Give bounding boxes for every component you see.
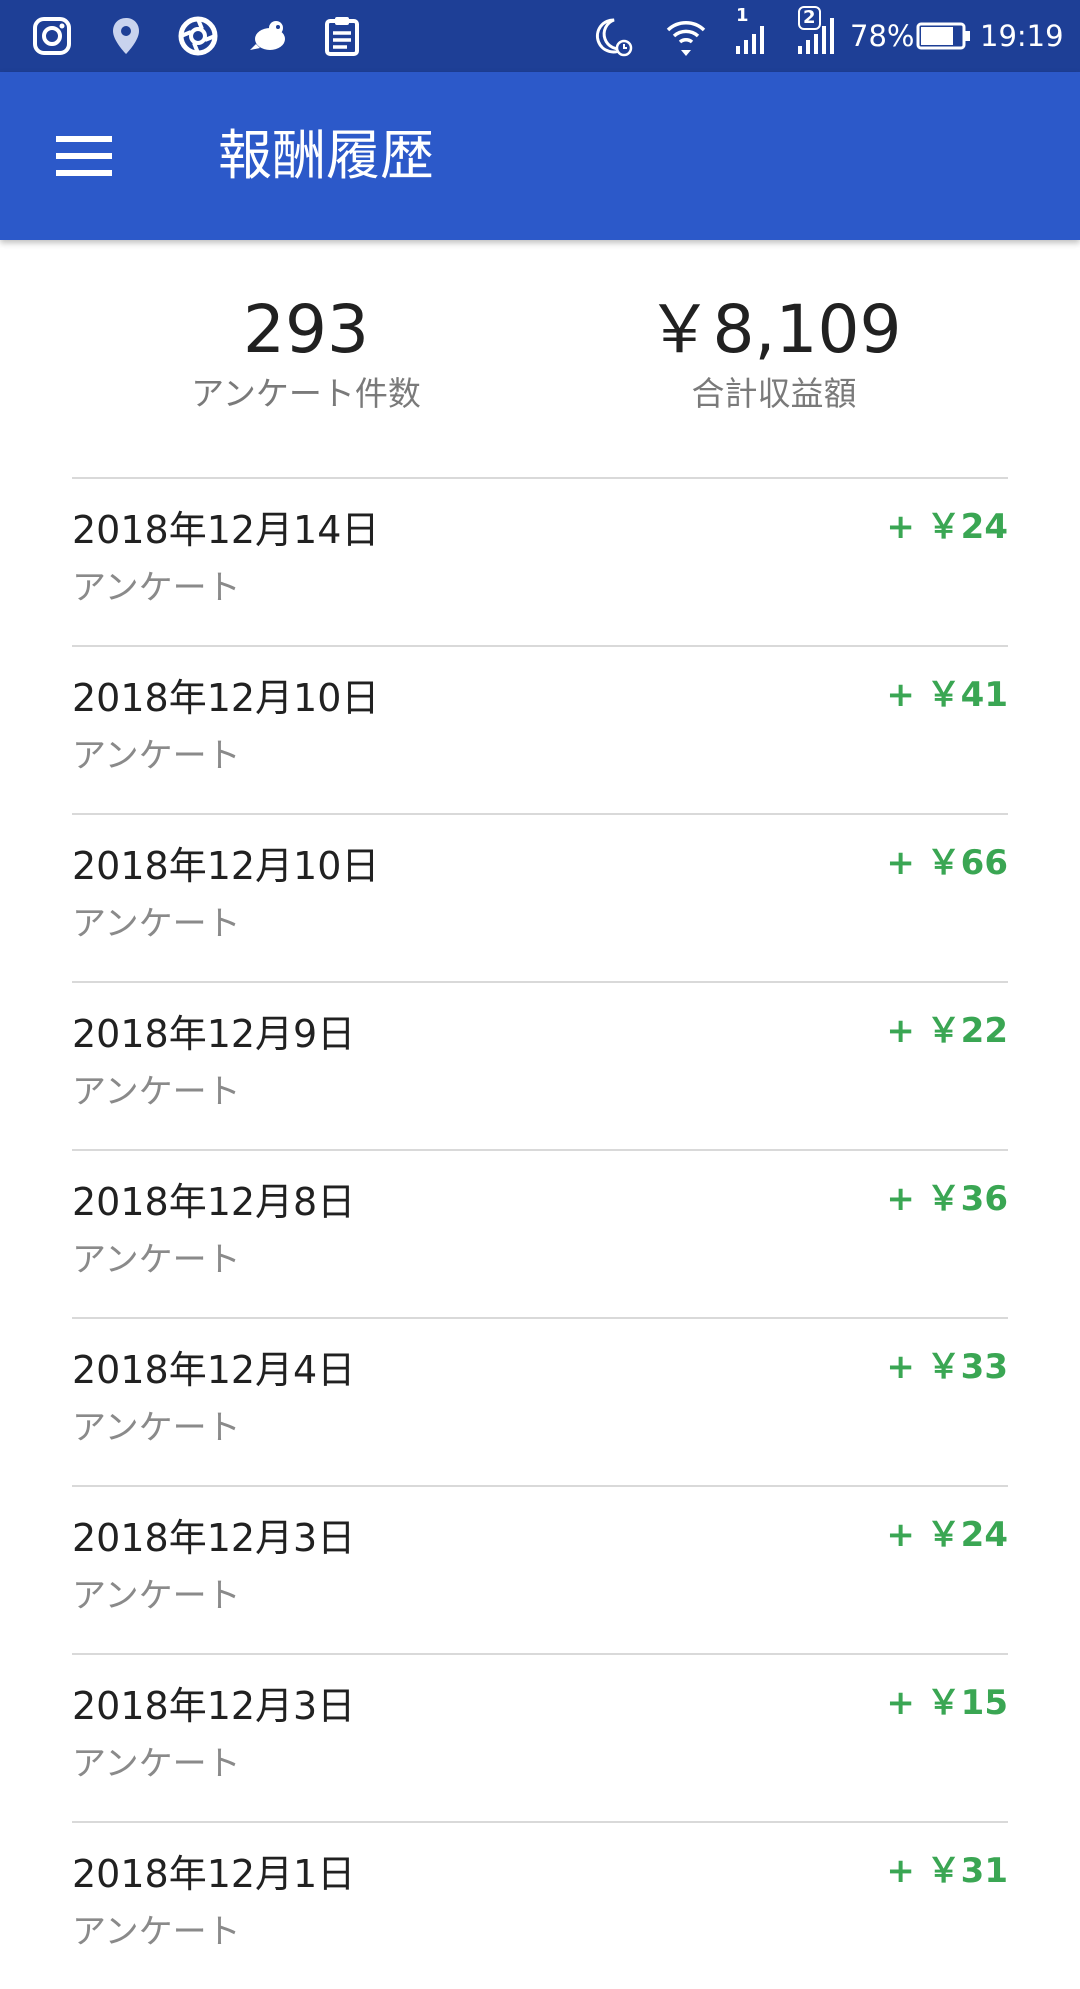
clipboard-icon xyxy=(320,14,364,58)
row-amount: + ￥41 xyxy=(886,675,1008,715)
row-type: アンケート xyxy=(72,736,241,776)
history-row[interactable]: 2018年12月3日 アンケート + ￥24 xyxy=(72,1485,1008,1653)
row-type: アンケート xyxy=(72,1240,241,1280)
aperture-icon xyxy=(176,14,220,58)
reward-history-list: 2018年12月14日 アンケート + ￥24 2018年12月10日 アンケー… xyxy=(72,477,1008,1989)
history-row[interactable]: 2018年12月3日 アンケート + ￥15 xyxy=(72,1653,1008,1821)
row-date: 2018年12月9日 xyxy=(72,1012,356,1056)
wifi-icon xyxy=(664,14,708,58)
row-amount: + ￥33 xyxy=(886,1347,1008,1387)
survey-count-value: 293 xyxy=(243,291,369,368)
row-date: 2018年12月10日 xyxy=(72,844,380,888)
history-row[interactable]: 2018年12月4日 アンケート + ￥33 xyxy=(72,1317,1008,1485)
battery-icon xyxy=(916,14,972,58)
location-pin-icon xyxy=(104,14,148,58)
page-title: 報酬履歴 xyxy=(218,124,434,187)
row-type: アンケート xyxy=(72,1072,241,1112)
instagram-icon xyxy=(30,14,74,58)
row-type: アンケート xyxy=(72,904,241,944)
moon-alarm-icon xyxy=(590,14,634,58)
history-row[interactable]: 2018年12月10日 アンケート + ￥66 xyxy=(72,813,1008,981)
signal-sim1-icon xyxy=(734,14,778,58)
status-bar: 1 2 78% 19:19 xyxy=(0,0,1080,72)
battery-percent: 78% xyxy=(850,19,915,53)
bird-icon xyxy=(248,14,292,58)
earnings-summary: 293 アンケート件数 ￥8,109 合計収益額 xyxy=(0,240,1080,478)
row-type: アンケート xyxy=(72,568,241,608)
row-amount: + ￥22 xyxy=(886,1011,1008,1051)
history-row[interactable]: 2018年12月10日 アンケート + ￥41 xyxy=(72,645,1008,813)
row-date: 2018年12月10日 xyxy=(72,676,380,720)
survey-count-stat: 293 アンケート件数 xyxy=(106,292,506,414)
row-amount: + ￥66 xyxy=(886,843,1008,883)
row-date: 2018年12月8日 xyxy=(72,1180,356,1224)
row-amount: + ￥15 xyxy=(886,1683,1008,1723)
row-date: 2018年12月1日 xyxy=(72,1852,356,1896)
history-row[interactable]: 2018年12月9日 アンケート + ￥22 xyxy=(72,981,1008,1149)
row-amount: + ￥24 xyxy=(886,1515,1008,1555)
total-earnings-label: 合計収益額 xyxy=(691,374,857,413)
history-row[interactable]: 2018年12月14日 アンケート + ￥24 xyxy=(72,477,1008,645)
survey-count-label: アンケート件数 xyxy=(191,374,421,413)
row-date: 2018年12月3日 xyxy=(72,1516,356,1560)
total-earnings-value: ￥8,109 xyxy=(646,291,902,368)
row-type: アンケート xyxy=(72,1744,241,1784)
clock-time: 19:19 xyxy=(980,19,1064,53)
app-bar: 報酬履歴 xyxy=(0,72,1080,240)
signal-sim2-icon xyxy=(796,14,840,58)
row-amount: + ￥31 xyxy=(886,1851,1008,1891)
hamburger-menu-icon[interactable] xyxy=(46,120,118,192)
row-type: アンケート xyxy=(72,1912,241,1952)
row-type: アンケート xyxy=(72,1576,241,1616)
row-type: アンケート xyxy=(72,1408,241,1448)
row-date: 2018年12月3日 xyxy=(72,1684,356,1728)
row-date: 2018年12月14日 xyxy=(72,508,380,552)
history-row[interactable]: 2018年12月8日 アンケート + ￥36 xyxy=(72,1149,1008,1317)
total-earnings-stat: ￥8,109 合計収益額 xyxy=(574,292,974,414)
row-amount: + ￥24 xyxy=(886,507,1008,547)
row-date: 2018年12月4日 xyxy=(72,1348,356,1392)
history-row[interactable]: 2018年12月1日 アンケート + ￥31 xyxy=(72,1821,1008,1989)
row-amount: + ￥36 xyxy=(886,1179,1008,1219)
